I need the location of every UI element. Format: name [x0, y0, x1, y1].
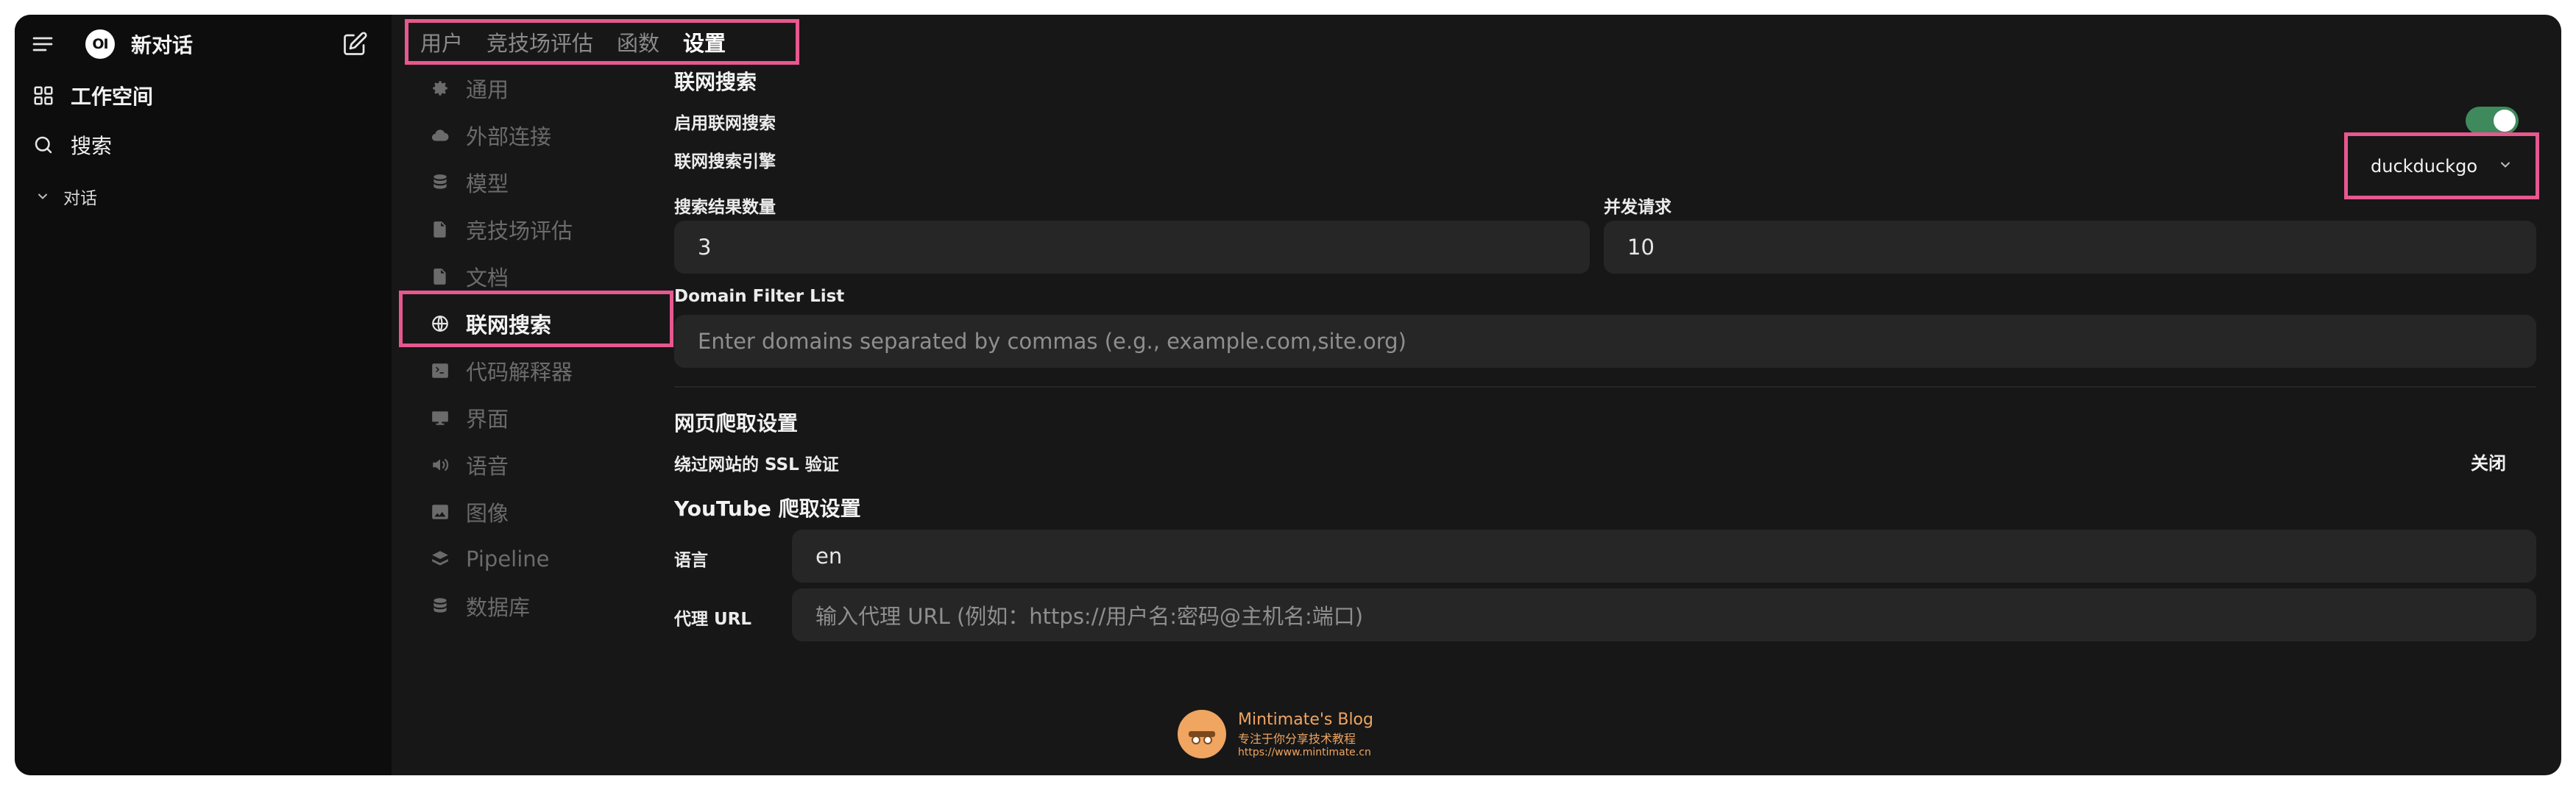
domain-filter-input[interactable]: Enter domains separated by commas (e.g.,…	[674, 315, 2536, 368]
layers-icon	[432, 551, 448, 566]
sidebar-item-label: 搜索	[71, 134, 113, 158]
concurrent-requests-label: 并发请求	[1604, 198, 1671, 217]
nav-item-database[interactable]: 数据库	[408, 586, 673, 627]
document-icon	[434, 221, 446, 238]
sidebar: OI 新对话 工作空间 搜索 对话	[15, 15, 392, 775]
speaker-icon	[433, 458, 449, 471]
nav-item-label: 数据库	[466, 595, 531, 620]
tab-functions[interactable]: 函数	[617, 26, 659, 57]
tab-settings[interactable]: 设置	[683, 26, 726, 57]
language-input[interactable]: en	[792, 530, 2536, 583]
nav-item-label: 图像	[466, 501, 509, 526]
nav-item-label: 语音	[466, 454, 509, 479]
new-chat-button[interactable]: OI 新对话	[85, 29, 193, 59]
sidebar-item-workspace[interactable]: 工作空间	[32, 81, 153, 110]
ssl-bypass-label: 绕过网站的 SSL 验证	[674, 455, 839, 474]
search-icon	[32, 134, 54, 156]
nav-item-models[interactable]: 模型	[408, 162, 673, 203]
blog-avatar	[1178, 710, 1226, 758]
nav-item-general[interactable]: 通用	[408, 68, 673, 109]
nav-item-interface[interactable]: 界面	[408, 397, 673, 438]
proxy-url-label: 代理 URL	[674, 610, 752, 629]
watermark: Mintimate's Blog 专注于你分享技术教程 https://www.…	[1178, 710, 1373, 758]
menu-icon	[31, 32, 54, 56]
proxy-url-input[interactable]: 输入代理 URL (例如：https://用户名:密码@主机名:端口)	[792, 588, 2536, 641]
ssl-bypass-toggle-button[interactable]: 关闭	[2471, 449, 2506, 474]
crawl-settings-title: 网页爬取设置	[674, 411, 799, 435]
result-count-input[interactable]: 3	[674, 221, 1590, 274]
terminal-icon	[432, 363, 448, 378]
cloud-icon	[431, 129, 449, 141]
nav-item-evaluations[interactable]: 竞技场评估	[408, 209, 673, 250]
sidebar-item-search[interactable]: 搜索	[32, 130, 112, 160]
database-icon	[434, 598, 447, 613]
nav-item-label: 界面	[466, 407, 509, 432]
edit-icon	[342, 31, 368, 57]
youtube-settings-title: YouTube 爬取设置	[674, 497, 861, 521]
nav-item-images[interactable]: 图像	[408, 491, 673, 533]
search-engine-select[interactable]: duckduckgo	[2344, 132, 2539, 199]
result-count-label: 搜索结果数量	[674, 198, 776, 217]
sidebar-section-chats[interactable]: 对话	[35, 184, 97, 209]
nav-item-label: 通用	[466, 77, 509, 102]
nav-item-label: 外部连接	[466, 124, 552, 149]
nav-item-label: Pipeline	[466, 547, 550, 572]
divider	[674, 386, 2536, 388]
sidebar-section-label: 对话	[63, 189, 97, 208]
nav-item-pipeline[interactable]: Pipeline	[408, 538, 673, 580]
monitor-icon	[432, 411, 448, 425]
chevron-down-icon	[35, 189, 50, 204]
concurrent-requests-input[interactable]: 10	[1604, 221, 2536, 274]
sidebar-item-label: 工作空间	[71, 85, 154, 109]
nav-item-code-interpreter[interactable]: 代码解释器	[408, 350, 673, 391]
enable-web-search-label: 启用联网搜索	[674, 114, 776, 133]
search-engine-value: duckduckgo	[2371, 155, 2477, 177]
admin-tabs: 用户 竞技场评估 函数 设置	[405, 19, 799, 65]
document-icon	[434, 268, 446, 285]
tab-arena[interactable]: 竞技场评估	[486, 26, 593, 57]
compose-button[interactable]	[342, 31, 368, 57]
nav-item-label: 文档	[466, 266, 509, 291]
new-chat-label: 新对话	[131, 33, 194, 57]
web-search-title: 联网搜索	[674, 70, 757, 94]
tab-users[interactable]: 用户	[420, 26, 463, 57]
chevron-down-icon	[2498, 156, 2513, 177]
database-icon	[434, 174, 447, 189]
logo-icon: OI	[85, 29, 115, 59]
language-label: 语言	[674, 551, 708, 570]
highlight-box	[399, 291, 673, 347]
nav-item-label: 模型	[466, 171, 509, 196]
app-window: OI 新对话 工作空间 搜索 对话 用户 竞技场评估 函数 设置 通用 外部连接…	[15, 15, 2561, 775]
sidebar-toggle-button[interactable]	[31, 32, 54, 56]
nav-item-label: 竞技场评估	[466, 218, 573, 243]
nav-item-audio[interactable]: 语音	[408, 444, 673, 485]
gear-icon	[433, 81, 447, 96]
watermark-subtitle: 专注于你分享技术教程	[1238, 731, 1356, 746]
watermark-title: Mintimate's Blog	[1238, 710, 1373, 729]
nav-item-connections[interactable]: 外部连接	[408, 115, 673, 156]
watermark-url: https://www.mintimate.cn	[1238, 746, 1371, 758]
enable-web-search-toggle[interactable]	[2466, 107, 2519, 135]
image-icon	[432, 505, 448, 519]
search-engine-label: 联网搜索引擎	[674, 152, 776, 171]
nav-item-label: 代码解释器	[466, 360, 573, 385]
domain-filter-label: Domain Filter List	[674, 287, 845, 306]
grid-icon	[32, 85, 54, 107]
